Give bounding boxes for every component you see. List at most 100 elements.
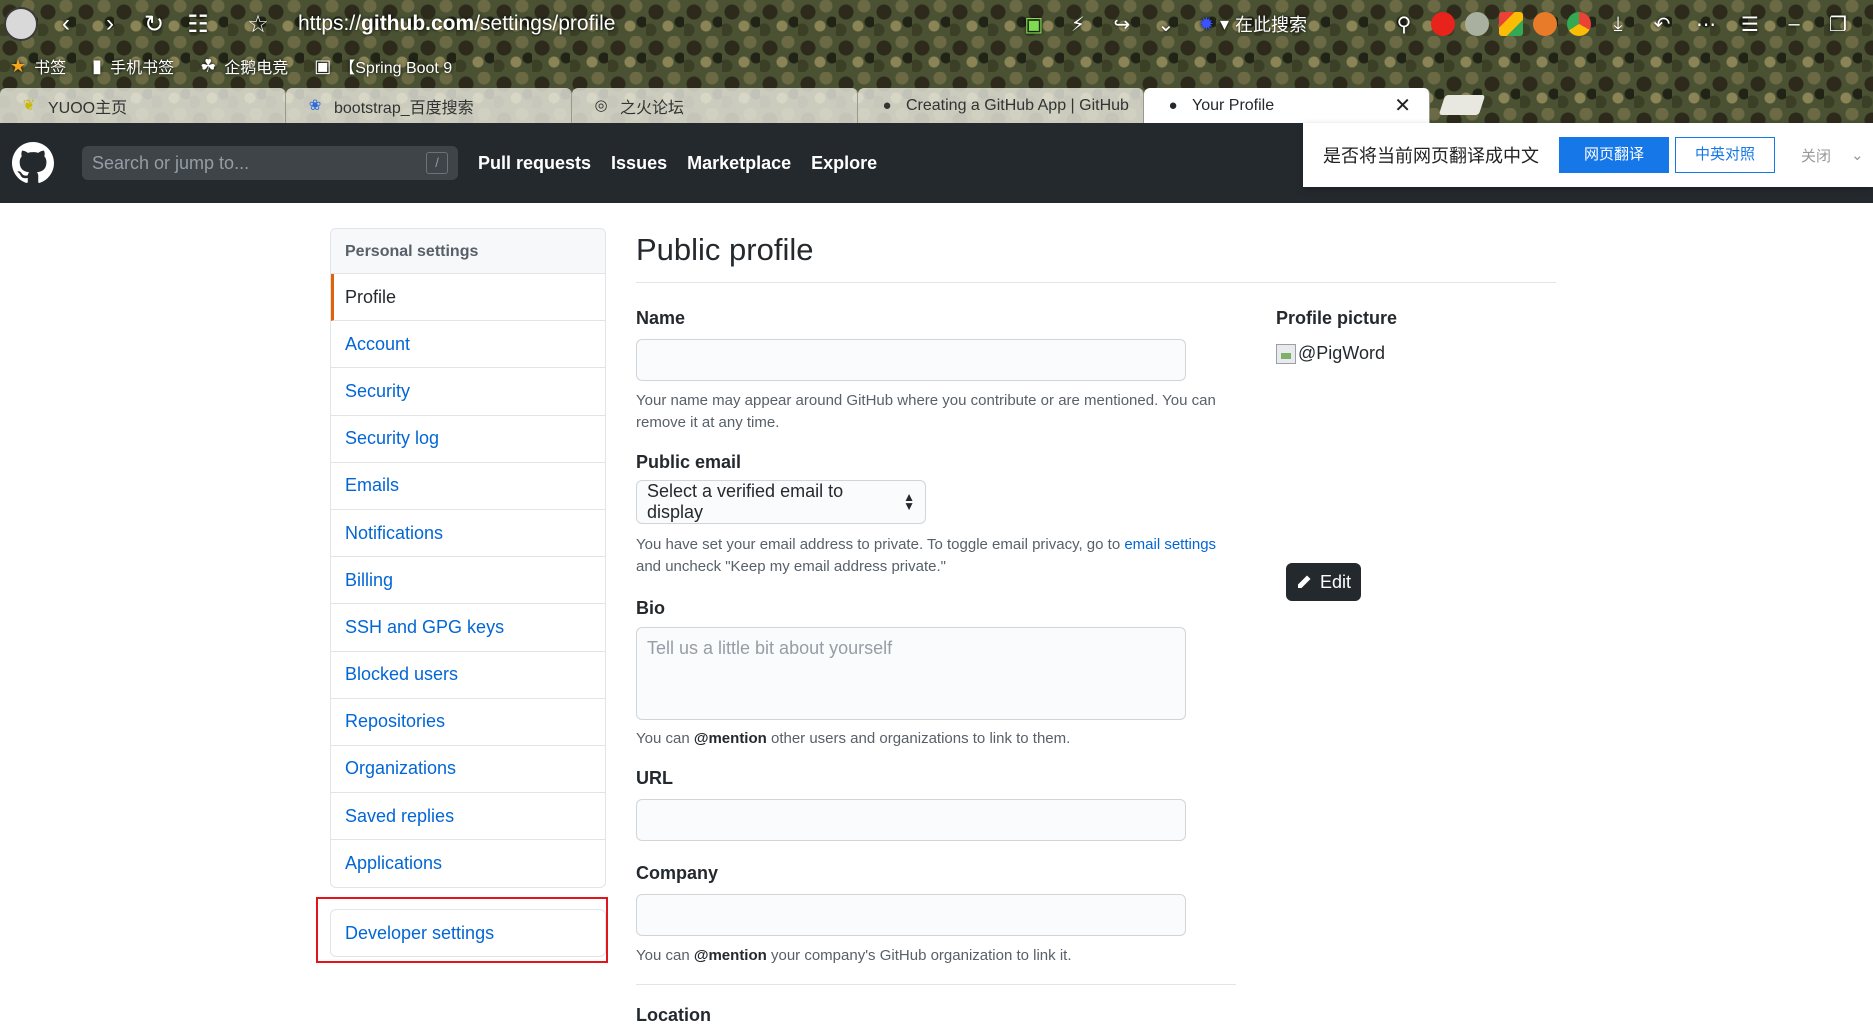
new-tab-button[interactable] bbox=[1438, 95, 1486, 115]
sidebar-item-saved-replies[interactable]: Saved replies bbox=[331, 793, 605, 841]
company-note: You can @mention your company's GitHub o… bbox=[636, 945, 1226, 967]
browser-chrome: ‹ › ↻ ☷ ☆ https://github.com/settings/pr… bbox=[0, 0, 1873, 123]
email-note-text-end: and uncheck "Keep my email address priva… bbox=[636, 558, 946, 575]
close-icon[interactable]: ✕ bbox=[1394, 93, 1411, 118]
sidebar-item-organizations[interactable]: Organizations bbox=[331, 746, 605, 794]
bio-textarea[interactable] bbox=[636, 627, 1186, 720]
download-icon[interactable]: ⤓ bbox=[1601, 13, 1635, 36]
bookmark-item[interactable]: ☘ 企鹅电竞 bbox=[200, 54, 288, 78]
bookmark-label: 手机书签 bbox=[110, 60, 175, 77]
browser-avatar[interactable] bbox=[4, 7, 38, 41]
mention-text: @mention bbox=[693, 730, 767, 747]
main-content: Public profile Name Your name may appear… bbox=[636, 228, 1556, 1025]
bookmark-item[interactable]: ▣ 【Spring Boot 9 bbox=[314, 54, 452, 78]
sidebar-item-ssh-and-gpg-keys[interactable]: SSH and GPG keys bbox=[331, 604, 605, 652]
github-logo-icon[interactable] bbox=[12, 142, 54, 184]
lightning-icon[interactable]: ⚡ bbox=[1061, 12, 1095, 37]
translate-ext-icon[interactable] bbox=[1499, 12, 1523, 36]
sidebar-item-repositories[interactable]: Repositories bbox=[331, 699, 605, 746]
sidebar-item-emails[interactable]: Emails bbox=[331, 463, 605, 510]
edit-label: Edit bbox=[1319, 571, 1352, 592]
sidebar-item-profile[interactable]: Profile bbox=[331, 274, 605, 322]
browser-tab[interactable]: ❦ YUOO主页 bbox=[0, 88, 286, 123]
star-icon: ★ bbox=[10, 55, 27, 76]
share-icon[interactable]: ↪ bbox=[1105, 12, 1139, 37]
browser-tab[interactable]: ◎ 之火论坛 bbox=[572, 88, 858, 123]
sidebar-item-blocked-users[interactable]: Blocked users bbox=[331, 652, 605, 699]
translate-prompt: 是否将当前网页翻译成中文 网页翻译 中英对照 关闭 ⌄ bbox=[1303, 123, 1873, 187]
chevron-down-icon[interactable]: ⌄ bbox=[1149, 12, 1183, 37]
search-engine-selector[interactable]: ✹ ▾ 在此搜索 bbox=[1199, 11, 1307, 37]
globe-icon: ◎ bbox=[594, 96, 608, 114]
email-settings-link[interactable]: email settings bbox=[1124, 536, 1216, 553]
sidebar-heading: Personal settings bbox=[331, 229, 605, 274]
close-translate-label: 关闭 bbox=[1801, 147, 1832, 165]
profile-picture-section: Profile picture @PigWord Edit bbox=[1276, 308, 1556, 601]
translate-question: 是否将当前网页翻译成中文 bbox=[1323, 146, 1539, 166]
restore-icon[interactable]: ❐ bbox=[1821, 12, 1855, 37]
github-icon: ● bbox=[1168, 96, 1178, 114]
sidebar-item-billing[interactable]: Billing bbox=[331, 557, 605, 605]
undo-icon[interactable]: ↶ bbox=[1645, 12, 1679, 37]
adblock-icon[interactable] bbox=[1431, 12, 1455, 36]
select-arrows-icon: ▲ ▼ bbox=[903, 490, 915, 513]
sidebar-item-notifications[interactable]: Notifications bbox=[331, 510, 605, 558]
chevron-down-icon[interactable]: ⌄ bbox=[1851, 146, 1864, 164]
back-icon[interactable]: ‹ bbox=[44, 10, 88, 38]
close-translate-button[interactable]: 关闭 ⌄ bbox=[1801, 145, 1864, 166]
url-label: URL bbox=[636, 768, 673, 788]
sidebar-item-security[interactable]: Security bbox=[331, 368, 605, 416]
search-icon[interactable]: ⚲ bbox=[1387, 12, 1421, 37]
sidebar-item-developer-settings[interactable]: Developer settings bbox=[330, 909, 606, 957]
bookmark-item[interactable]: ★ 书签 bbox=[10, 54, 66, 78]
minimize-icon[interactable]: – bbox=[1777, 13, 1811, 36]
bio-note-text-end: other users and organizations to link to… bbox=[766, 730, 1071, 747]
tiger-icon[interactable] bbox=[1533, 12, 1557, 36]
address-bar[interactable]: https://github.com/settings/profile bbox=[298, 12, 615, 36]
toolbar-right: ▣ ⚡ ↪ ⌄ ✹ ▾ 在此搜索 ⚲ ⤓ ↶ ⋯ ☰ – ❐ bbox=[1017, 0, 1873, 48]
tab-your-profile[interactable]: ● Your Profile ✕ bbox=[1144, 88, 1430, 123]
edit-avatar-button[interactable]: Edit bbox=[1286, 563, 1361, 601]
settings-sidebar: Personal settings Profile Account Security… bbox=[330, 228, 606, 889]
nav-explore[interactable]: Explore bbox=[811, 153, 877, 174]
sidebar-item-account[interactable]: Account bbox=[331, 321, 605, 369]
name-field[interactable] bbox=[636, 339, 1186, 381]
tab-label: Creating a GitHub App | GitHub bbox=[906, 96, 1129, 114]
bilingual-compare-button[interactable]: 中英对照 bbox=[1675, 137, 1775, 173]
company-field[interactable] bbox=[636, 894, 1186, 936]
bookmarks-bar: ★ 书签 ▮ 手机书签 ☘ 企鹅电竞 ▣ 【Spring Boot 9 bbox=[0, 48, 1873, 84]
chrome-icon[interactable] bbox=[1567, 12, 1591, 36]
gamepad-icon: ☘ bbox=[200, 55, 217, 76]
public-email-select[interactable]: Select a verified email to display ▲ ▼ bbox=[636, 480, 926, 524]
baidu-icon: ❀ bbox=[308, 96, 322, 114]
menu-icon[interactable]: ☰ bbox=[1733, 12, 1767, 37]
lightbulb-icon[interactable] bbox=[1465, 12, 1489, 36]
bookmark-star-icon[interactable]: ☆ bbox=[236, 10, 280, 39]
github-search[interactable]: / bbox=[82, 146, 458, 180]
nav-issues[interactable]: Issues bbox=[611, 153, 667, 174]
sidebar-item-security-log[interactable]: Security log bbox=[331, 416, 605, 463]
nav-marketplace[interactable]: Marketplace bbox=[687, 153, 791, 174]
sidebar-item-applications[interactable]: Applications bbox=[331, 840, 605, 887]
browser-tab[interactable]: ● Creating a GitHub App | GitHub bbox=[858, 88, 1144, 123]
tab-label: YUOO主页 bbox=[48, 99, 128, 117]
bookmark-item[interactable]: ▮ 手机书签 bbox=[92, 54, 174, 78]
company-note-text-end: your company's GitHub organization to li… bbox=[766, 947, 1072, 964]
reader-icon[interactable]: ▣ bbox=[1017, 12, 1051, 37]
url-field[interactable] bbox=[636, 799, 1186, 841]
nav-pull-requests[interactable]: Pull requests bbox=[478, 153, 591, 174]
search-input[interactable] bbox=[92, 152, 392, 174]
email-note: You have set your email address to priva… bbox=[636, 534, 1226, 578]
translate-page-button[interactable]: 网页翻译 bbox=[1559, 137, 1669, 173]
reading-mode-icon[interactable]: ☷ bbox=[176, 10, 220, 39]
forward-icon[interactable]: › bbox=[88, 10, 132, 38]
browser-tab[interactable]: ❀ bootstrap_百度搜索 bbox=[286, 88, 572, 123]
more-icon[interactable]: ⋯ bbox=[1689, 12, 1723, 37]
folder-icon: ▣ bbox=[314, 55, 332, 76]
tab-label: 之火论坛 bbox=[620, 99, 685, 117]
reload-icon[interactable]: ↻ bbox=[132, 10, 176, 39]
broken-image-icon bbox=[1276, 343, 1296, 364]
location-label: Location bbox=[636, 1005, 711, 1025]
bio-note-text: You can bbox=[636, 730, 694, 747]
bio-note: You can @mention other users and organiz… bbox=[636, 728, 1226, 750]
